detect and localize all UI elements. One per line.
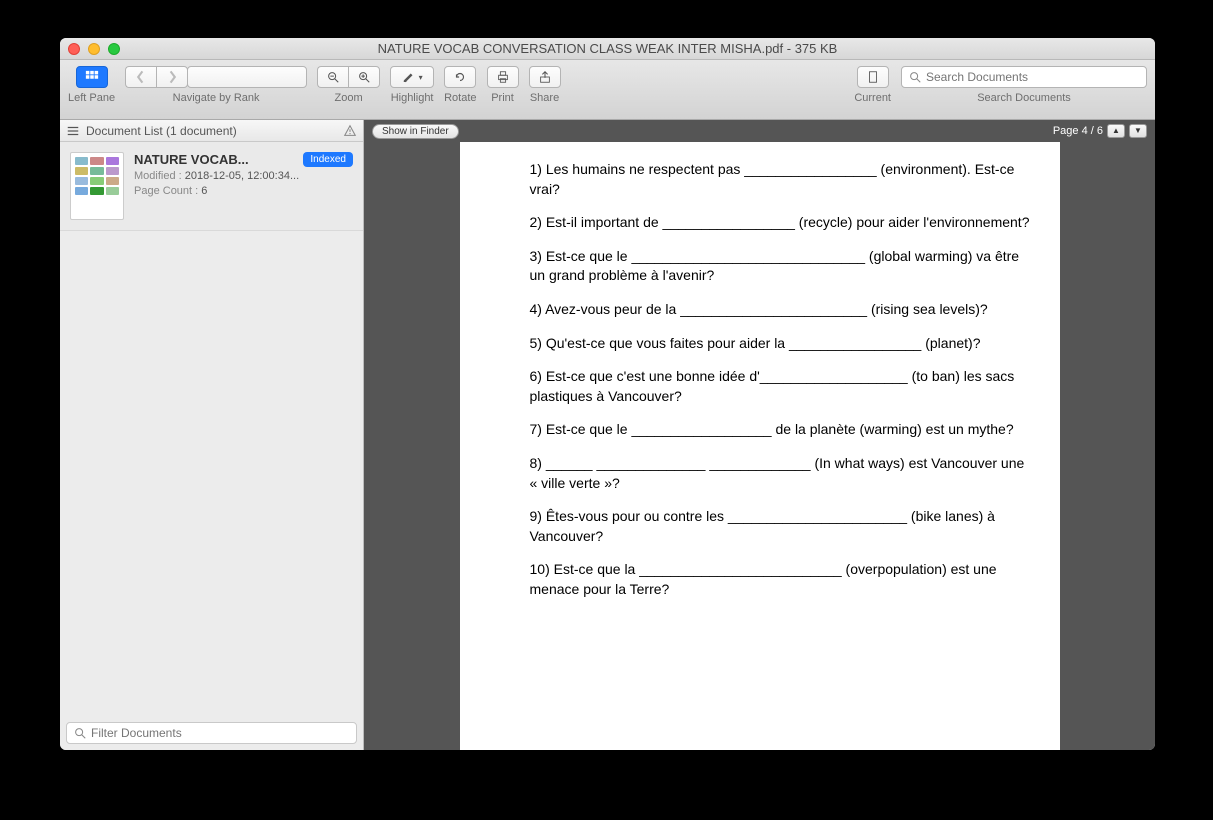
zoom-in-button[interactable] bbox=[348, 66, 380, 88]
window-minimize-button[interactable] bbox=[88, 43, 100, 55]
toolbar: Left Pane Navigate by Rank bbox=[60, 60, 1155, 120]
pdf-text-line: 9) Êtes-vous pour ou contre les ________… bbox=[530, 507, 1030, 546]
current-label: Current bbox=[854, 92, 891, 104]
rank-field[interactable] bbox=[187, 66, 307, 88]
zoom-label: Zoom bbox=[335, 92, 363, 104]
nav-back-button[interactable] bbox=[125, 66, 156, 88]
rotate-button[interactable] bbox=[444, 66, 476, 88]
app-window: NATURE VOCAB CONVERSATION CLASS WEAK INT… bbox=[60, 38, 1155, 750]
pdf-page: 1) Les humains ne respectent pas _______… bbox=[460, 142, 1060, 750]
chevron-right-icon bbox=[165, 70, 179, 84]
search-input[interactable] bbox=[926, 70, 1140, 84]
search-icon bbox=[73, 726, 87, 740]
share-label: Share bbox=[530, 92, 559, 104]
search-documents-field[interactable] bbox=[901, 66, 1147, 88]
pdf-text-line: 8) ______ ______________ _____________ (… bbox=[530, 454, 1030, 493]
content-area: Show in Finder Page 4 / 6 ▲ ▼ 1) Les hum… bbox=[364, 120, 1155, 750]
warning-icon bbox=[343, 124, 357, 138]
share-button[interactable] bbox=[529, 66, 561, 88]
pdf-text-line: 7) Est-ce que le __________________ de l… bbox=[530, 420, 1030, 440]
document-title: NATURE VOCAB... bbox=[134, 152, 249, 167]
printer-icon bbox=[496, 70, 510, 84]
print-button[interactable] bbox=[487, 66, 519, 88]
indexed-badge: Indexed bbox=[303, 152, 353, 167]
pdf-text-line: 2) Est-il important de _________________… bbox=[530, 213, 1030, 233]
filter-documents-field[interactable] bbox=[66, 722, 357, 744]
search-icon bbox=[908, 70, 922, 84]
modified-label: Modified : bbox=[134, 170, 182, 182]
pdf-text-line: 1) Les humains ne respectent pas _______… bbox=[530, 160, 1030, 199]
search-label: Search Documents bbox=[901, 92, 1147, 104]
zoom-in-icon bbox=[357, 70, 371, 84]
sidebar-header: Document List (1 document) bbox=[60, 120, 363, 142]
document-list-item[interactable]: NATURE VOCAB... Indexed Modified : 2018-… bbox=[60, 142, 363, 231]
pdf-text-line: 4) Avez-vous peur de la ________________… bbox=[530, 300, 1030, 320]
sidebar-header-text: Document List (1 document) bbox=[86, 124, 237, 138]
pdf-text-line: 5) Qu'est-ce que vous faites pour aider … bbox=[530, 334, 1030, 354]
list-icon bbox=[66, 124, 80, 138]
window-zoom-button[interactable] bbox=[108, 43, 120, 55]
pdf-text-line: 3) Est-ce que le _______________________… bbox=[530, 247, 1030, 286]
pdf-text-line: 10) Est-ce que la ______________________… bbox=[530, 560, 1030, 599]
leftpane-toggle-button[interactable] bbox=[76, 66, 108, 88]
highlight-button[interactable]: ▾ bbox=[390, 66, 434, 88]
pdf-viewer[interactable]: 1) Les humains ne respectent pas _______… bbox=[364, 142, 1155, 750]
rotate-icon bbox=[453, 70, 467, 84]
page-prev-button[interactable]: ▲ bbox=[1107, 124, 1125, 138]
current-page-button[interactable] bbox=[857, 66, 889, 88]
page-next-button[interactable]: ▼ bbox=[1129, 124, 1147, 138]
navigate-label: Navigate by Rank bbox=[173, 92, 260, 104]
highlight-label: Highlight bbox=[391, 92, 434, 104]
zoom-out-button[interactable] bbox=[317, 66, 348, 88]
document-thumbnail bbox=[70, 152, 124, 220]
grid-icon bbox=[85, 70, 99, 84]
chevron-left-icon bbox=[134, 70, 148, 84]
pagecount-label: Page Count : bbox=[134, 185, 198, 197]
leftpane-label: Left Pane bbox=[68, 92, 115, 104]
zoom-out-icon bbox=[326, 70, 340, 84]
window-title: NATURE VOCAB CONVERSATION CLASS WEAK INT… bbox=[60, 41, 1155, 56]
share-icon bbox=[538, 70, 552, 84]
modified-value: 2018-12-05, 12:00:34... bbox=[185, 170, 299, 182]
window-close-button[interactable] bbox=[68, 43, 80, 55]
page-indicator: Page 4 / 6 bbox=[1053, 125, 1103, 137]
page-icon bbox=[866, 70, 880, 84]
nav-forward-button[interactable] bbox=[156, 66, 188, 88]
pdf-text-line: 6) Est-ce que c'est une bonne idée d'___… bbox=[530, 367, 1030, 406]
titlebar: NATURE VOCAB CONVERSATION CLASS WEAK INT… bbox=[60, 38, 1155, 60]
filter-input[interactable] bbox=[91, 726, 350, 740]
sidebar: Document List (1 document) NATURE VOCAB.… bbox=[60, 120, 364, 750]
print-label: Print bbox=[491, 92, 514, 104]
highlighter-icon bbox=[402, 70, 416, 84]
content-toolbar: Show in Finder Page 4 / 6 ▲ ▼ bbox=[364, 120, 1155, 142]
rotate-label: Rotate bbox=[444, 92, 476, 104]
pagecount-value: 6 bbox=[201, 185, 207, 197]
show-in-finder-button[interactable]: Show in Finder bbox=[372, 124, 459, 139]
